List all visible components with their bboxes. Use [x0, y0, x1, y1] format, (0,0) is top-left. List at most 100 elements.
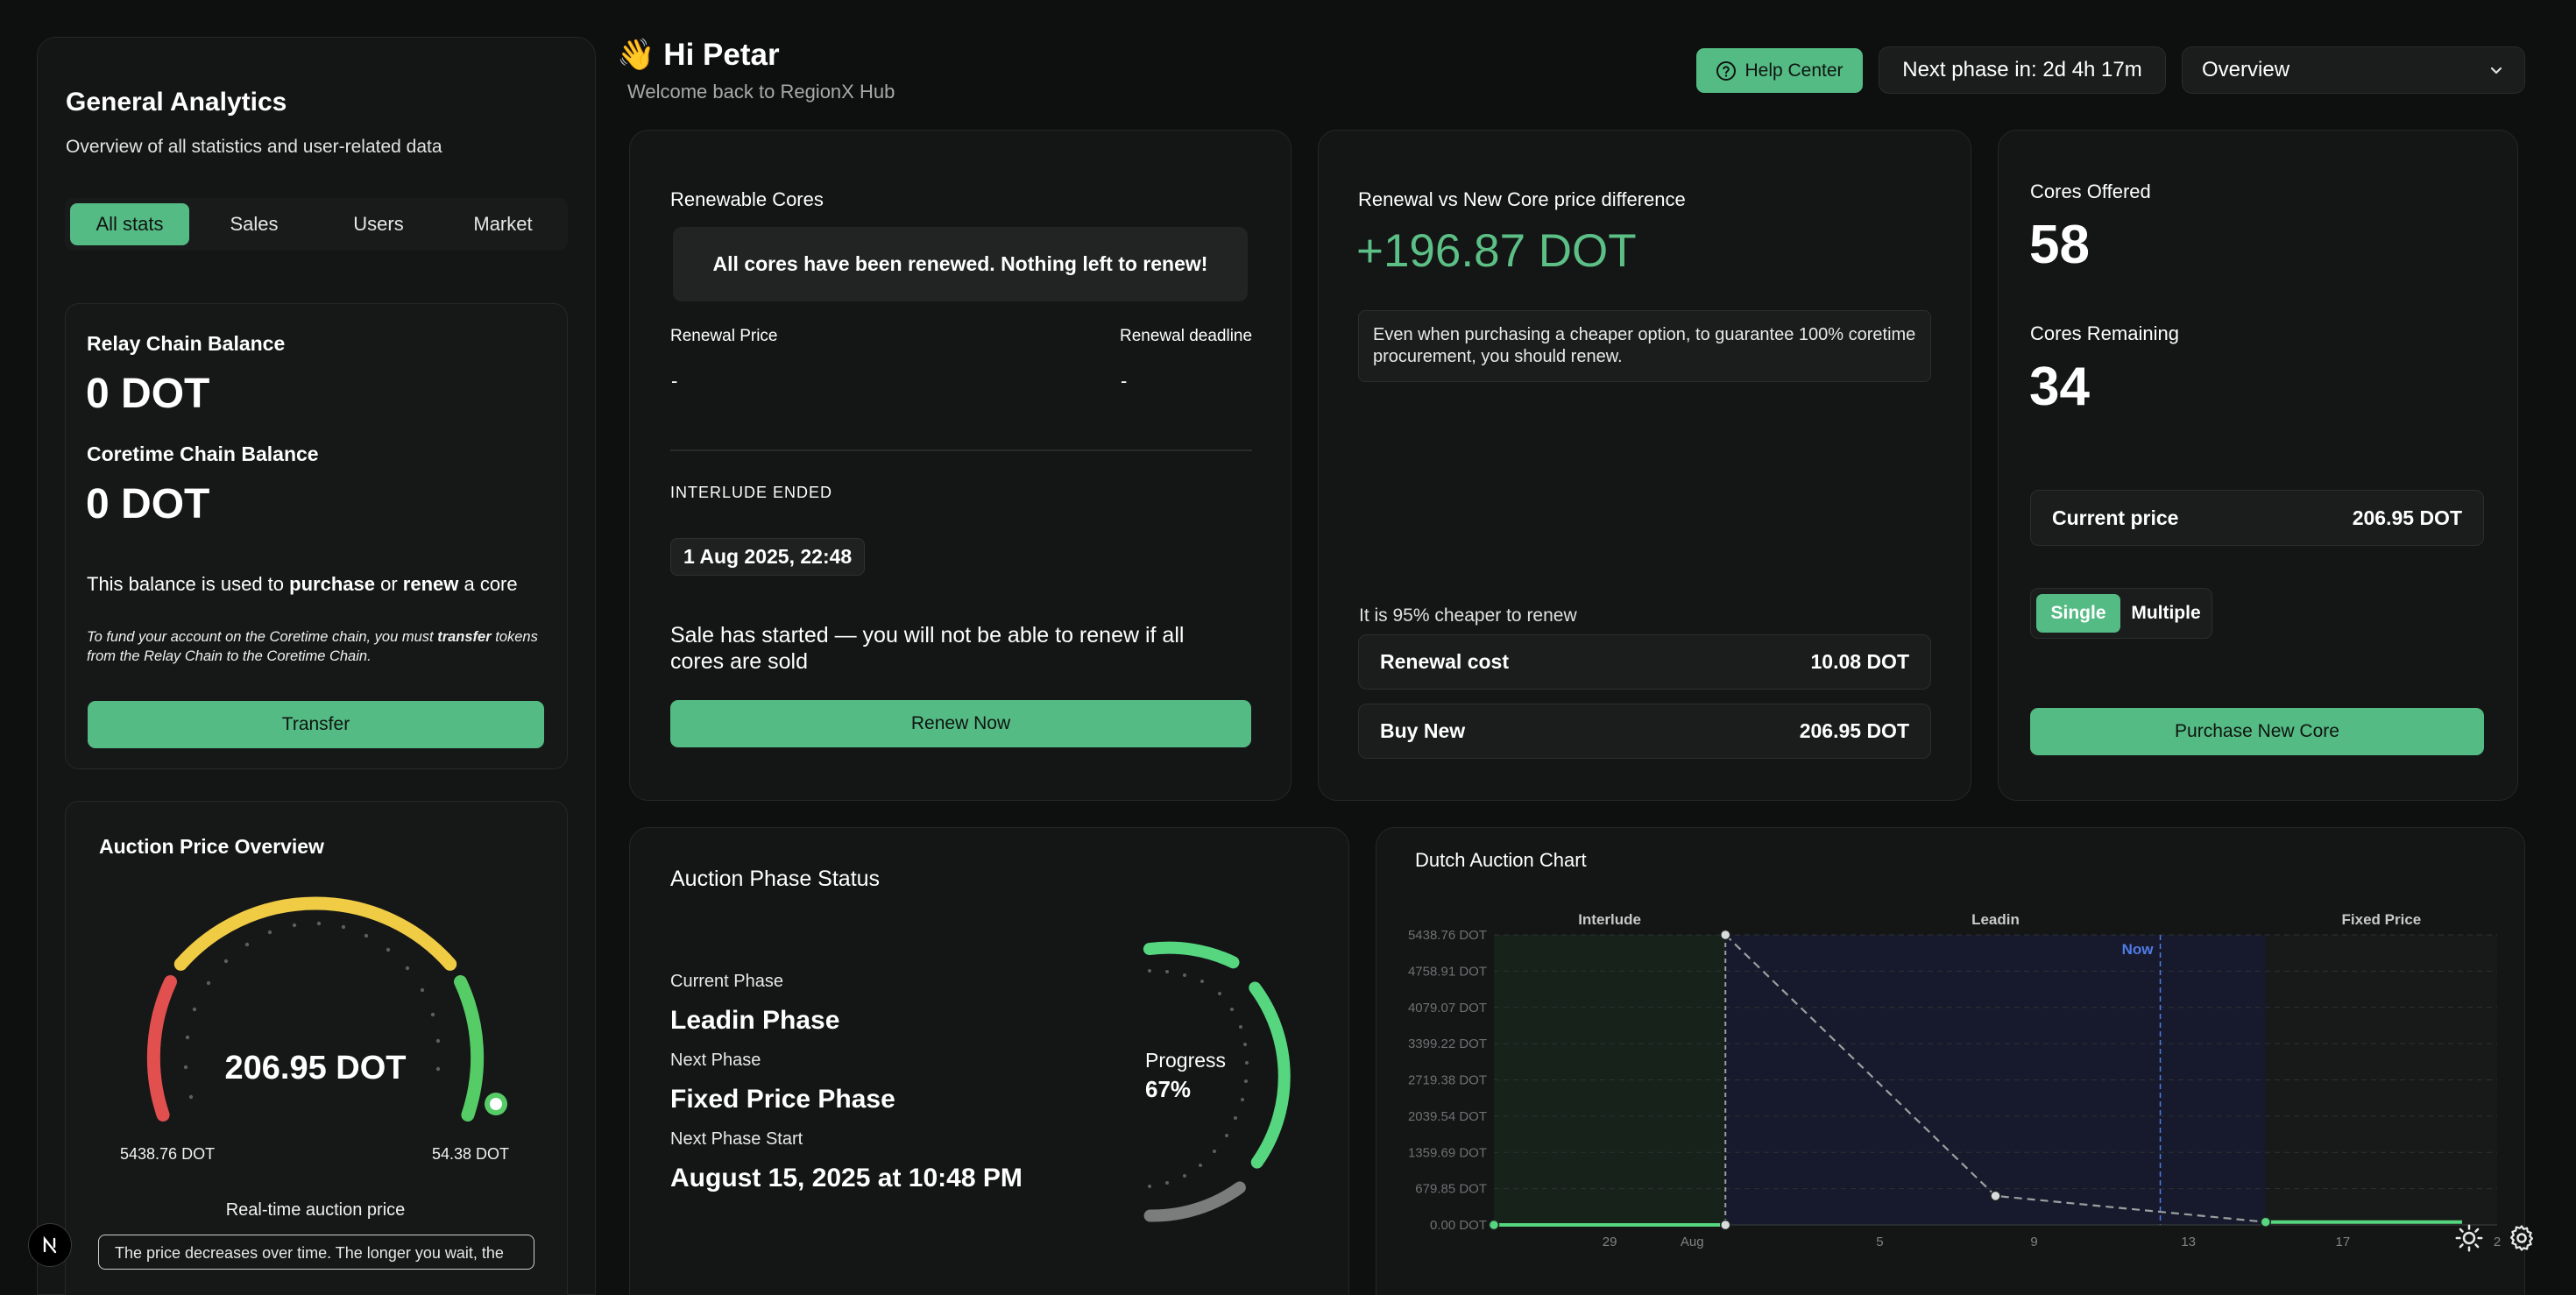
greeting: 👋 Hi Petar — [617, 38, 780, 72]
renew-now-button[interactable]: Renew Now — [670, 700, 1251, 747]
fund-note-post: tokens — [491, 629, 538, 645]
tab-users[interactable]: Users — [319, 203, 438, 245]
renewal-deadline-value: - — [1121, 370, 1128, 392]
renewal-price-label: Renewal Price — [670, 327, 778, 345]
current-phase-value: Leadin Phase — [670, 1006, 840, 1035]
cores-offered-label: Cores Offered — [2030, 180, 2151, 202]
x-tick-label: 13 — [2181, 1235, 2196, 1249]
current-price-row: Current price 206.95 DOT — [2030, 490, 2484, 546]
current-price-value: 206.95 DOT — [2352, 506, 2462, 529]
fund-note-pre: To fund your account on the Coretime cha… — [87, 629, 438, 645]
welcome-subtitle: Welcome back to RegionX Hub — [627, 81, 895, 103]
cores-remaining-label: Cores Remaining — [2030, 322, 2179, 344]
help-circle-icon — [1716, 60, 1737, 81]
balance-note-pre: This balance is used to — [87, 573, 290, 595]
dutch-auction-chart: Interlude Leadin Fixed Price 0.00 DOT 679.85… — [1408, 911, 2501, 1249]
interlude-date-badge: 1 Aug 2025, 22:48 — [670, 538, 866, 576]
y-tick-label: 4758.91 DOT — [1408, 964, 1487, 979]
current-price-label: Current price — [2052, 506, 2179, 529]
auction-max-label: 54.38 DOT — [432, 1145, 510, 1163]
data-point — [1719, 1219, 1731, 1231]
next-phase-timer: Next phase in: 2d 4h 17m — [1879, 46, 2166, 94]
region-label: Fixed Price — [2342, 911, 2422, 928]
renewal-cost-label: Renewal cost — [1380, 650, 1509, 673]
tab-market[interactable]: Market — [443, 203, 563, 245]
next-phase-label: Next Phase — [670, 1051, 761, 1070]
interlude-ended-label: INTERLUDE ENDED — [670, 484, 833, 501]
next-phase-start-value: August 15, 2025 at 10:48 PM — [670, 1164, 1023, 1192]
price-difference-value: +196.87 DOT — [1356, 225, 1637, 277]
cores-remaining-value: 34 — [2029, 357, 2090, 417]
balance-note-purchase: purchase — [289, 573, 375, 595]
interlude-date: 1 Aug 2025, 22:48 — [683, 545, 853, 568]
transfer-button[interactable]: Transfer — [88, 701, 544, 748]
current-phase-label: Current Phase — [670, 972, 783, 991]
x-tick-label: Aug — [1681, 1235, 1704, 1249]
y-tick-label: 679.85 DOT — [1415, 1182, 1487, 1197]
region-label: Leadin — [1971, 911, 2020, 928]
price-difference-title: Renewal vs New Core price difference — [1358, 188, 1686, 210]
renewal-cost-value: 10.08 DOT — [1810, 650, 1910, 673]
help-center-label: Help Center — [1744, 60, 1844, 81]
chevron-down-icon — [2490, 67, 2502, 74]
data-point — [1719, 929, 1731, 941]
fund-note-line2: from the Relay Chain to the Coretime Cha… — [87, 648, 372, 664]
progress-label: Progress — [1145, 1049, 1227, 1072]
next-phase-value: Fixed Price Phase — [670, 1085, 895, 1114]
buy-new-row: Buy New 206.95 DOT — [1358, 704, 1931, 759]
buy-new-value: 206.95 DOT — [1799, 719, 1909, 742]
balance-note-renew: renew — [402, 573, 459, 595]
tab-all-stats[interactable]: All stats — [70, 203, 189, 245]
y-tick-label: 5438.76 DOT — [1408, 928, 1487, 943]
y-tick-label: 4079.07 DOT — [1408, 1001, 1487, 1015]
data-point — [1990, 1190, 2001, 1202]
y-tick-label: 3399.22 DOT — [1408, 1037, 1487, 1051]
auction-caption: Real-time auction price — [225, 1200, 406, 1220]
relay-balance-label: Relay Chain Balance — [87, 332, 286, 355]
sidebar-subtitle: Overview of all statistics and user-rela… — [66, 137, 442, 157]
help-center-button[interactable]: Help Center — [1696, 48, 1863, 93]
x-tick-label: 9 — [2030, 1235, 2037, 1249]
next-phase-text: Next phase in: 2d 4h 17m — [1902, 58, 2142, 81]
progress-value: 67% — [1145, 1076, 1192, 1102]
renewed-banner-text: All cores have been renewed. Nothing lef… — [712, 252, 1208, 275]
dutch-auction-title: Dutch Auction Chart — [1415, 849, 1587, 871]
fund-note: To fund your account on the Coretime cha… — [87, 627, 542, 666]
auction-price-value: 206.95 DOT — [224, 1050, 407, 1086]
fund-note-transfer: transfer — [437, 629, 492, 645]
price-gauge — [146, 896, 507, 1122]
auction-phase-title: Auction Phase Status — [670, 867, 881, 891]
view-select-value: Overview — [2202, 58, 2290, 81]
y-tick-label: 0.00 DOT — [1430, 1218, 1487, 1233]
n-glyph — [43, 1235, 57, 1254]
mode-single-button[interactable]: Single — [2036, 594, 2120, 633]
sidebar-title: General Analytics — [66, 88, 287, 117]
x-tick-label: 2 — [2494, 1235, 2501, 1249]
renewal-deadline-label: Renewal deadline — [1120, 327, 1253, 345]
balance-note-mid: or — [374, 573, 403, 595]
cheaper-note: It is 95% cheaper to renew — [1359, 605, 1577, 626]
next-logo-icon[interactable] — [28, 1223, 72, 1267]
y-tick-label: 2719.38 DOT — [1408, 1073, 1487, 1088]
mode-multiple-button[interactable]: Multiple — [2124, 594, 2208, 633]
sale-started-note: Sale has started — you will not be able … — [670, 623, 1185, 674]
y-tick-label: 2039.54 DOT — [1408, 1109, 1487, 1124]
view-select[interactable]: Overview — [2182, 46, 2525, 94]
x-tick-label: 29 — [1603, 1235, 1617, 1249]
gear-icon — [2509, 1225, 2534, 1251]
coretime-balance-label: Coretime Chain Balance — [87, 442, 319, 465]
data-point — [1488, 1219, 1500, 1231]
divider — [670, 449, 1252, 451]
cores-offered-value: 58 — [2029, 215, 2090, 275]
balance-note-post: a core — [458, 573, 518, 595]
data-point — [2260, 1216, 2272, 1228]
auction-min-label: 5438.76 DOT — [120, 1145, 216, 1163]
settings-button[interactable] — [2501, 1217, 2543, 1259]
purchase-new-core-button[interactable]: Purchase New Core — [2030, 708, 2484, 755]
renew-advice-text: Even when purchasing a cheaper option, t… — [1373, 325, 1916, 366]
theme-toggle-button[interactable] — [2448, 1217, 2490, 1259]
y-tick-label: 1359.69 DOT — [1408, 1145, 1487, 1160]
tab-sales[interactable]: Sales — [195, 203, 314, 245]
relay-balance-value: 0 DOT — [86, 371, 210, 417]
now-label: Now — [2122, 941, 2155, 958]
